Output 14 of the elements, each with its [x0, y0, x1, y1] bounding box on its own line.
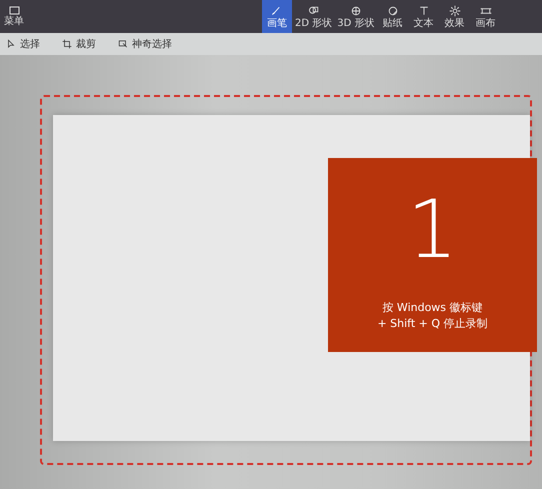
toolbar-button[interactable]: 选择 [6, 36, 40, 52]
tool-tab[interactable]: 文本 [408, 0, 438, 33]
tool-tab[interactable]: 3D 形状 [335, 0, 376, 33]
tool-tab[interactable]: 贴纸 [378, 0, 408, 33]
toolbar-button[interactable]: 裁剪 [62, 36, 96, 52]
tool-tab[interactable]: 2D 形状 [293, 0, 334, 33]
toolbar-button[interactable]: 神奇选择 [118, 36, 172, 52]
hint-text: + Shift + Q 停止录制 [377, 316, 488, 332]
countdown-number: 1 [407, 190, 458, 270]
tool-tab[interactable]: 效果 [440, 0, 470, 33]
tool-tab[interactable]: 画布 [470, 0, 500, 33]
hint-text: 按 Windows 徽标键 [381, 300, 484, 316]
menu-button[interactable]: 菜单 [4, 6, 24, 27]
tool-tab[interactable]: 画笔 [262, 0, 292, 33]
